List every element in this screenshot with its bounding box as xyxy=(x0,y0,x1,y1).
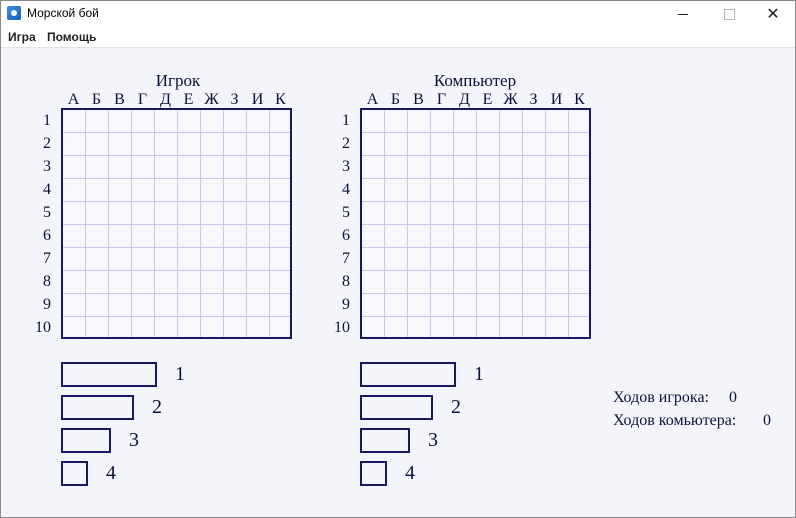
computer-column-label: Е xyxy=(482,91,493,108)
computer-row-label: 10 xyxy=(334,319,350,336)
player-column-label: Г xyxy=(137,91,148,108)
computer-row-label: 6 xyxy=(342,227,350,244)
computer-ship-count: 4 xyxy=(405,462,415,484)
player-grid[interactable] xyxy=(61,108,292,339)
computer-row-label: 5 xyxy=(342,204,350,221)
battleship-app-icon xyxy=(7,6,21,20)
computer-ship-1-deck xyxy=(360,461,387,486)
computer-row-label: 7 xyxy=(342,250,350,267)
menu-game[interactable]: Игра xyxy=(8,30,36,44)
computer-row-label: 1 xyxy=(342,112,350,129)
player-column-label: Д xyxy=(160,91,171,108)
player-column-label: Е xyxy=(183,91,194,108)
menu-help[interactable]: Помощь xyxy=(47,30,96,44)
computer-ship-count: 1 xyxy=(474,363,484,385)
player-ship-3-deck xyxy=(61,395,134,420)
player-column-label: К xyxy=(275,91,286,108)
player-column-label: З xyxy=(230,91,239,108)
maximize-button[interactable] xyxy=(706,1,752,27)
player-board-title: Игрок xyxy=(155,71,201,90)
player-ship-count: 4 xyxy=(106,462,116,484)
window-title: Морской бой xyxy=(27,6,99,20)
player-ship-count: 3 xyxy=(129,429,139,451)
computer-board-title: Компьютер xyxy=(433,71,517,90)
player-column-label: Ж xyxy=(204,91,219,108)
computer-moves-label: Ходов комьютера: xyxy=(613,412,737,429)
computer-row-label: 8 xyxy=(342,273,350,290)
computer-column-label: А xyxy=(366,91,379,108)
computer-moves-value: 0 xyxy=(763,412,771,429)
player-row-label: 3 xyxy=(43,158,51,175)
computer-column-label: Д xyxy=(459,91,470,108)
computer-ship-2-deck xyxy=(360,428,410,453)
computer-column-label: В xyxy=(413,91,424,108)
computer-row-label: 3 xyxy=(342,158,350,175)
menu-bar: Игра Помощь xyxy=(1,27,795,48)
computer-ship-3-deck xyxy=(360,395,433,420)
player-row-label: 2 xyxy=(43,135,51,152)
player-column-label: Б xyxy=(91,91,102,108)
player-column-label: А xyxy=(67,91,80,108)
computer-ship-4-deck xyxy=(360,362,456,387)
minimize-icon xyxy=(678,13,688,15)
computer-column-label: З xyxy=(529,91,538,108)
player-row-label: 4 xyxy=(43,181,51,198)
computer-column-label: Б xyxy=(390,91,401,108)
player-row-label: 1 xyxy=(43,112,51,129)
player-row-label: 5 xyxy=(43,204,51,221)
player-row-label: 10 xyxy=(35,319,51,336)
minimize-button[interactable] xyxy=(660,1,706,27)
player-row-label: 8 xyxy=(43,273,51,290)
computer-ship-count: 2 xyxy=(451,396,461,418)
player-ship-1-deck xyxy=(61,461,88,486)
computer-row-label: 4 xyxy=(342,181,350,198)
computer-column-label: Г xyxy=(436,91,447,108)
player-ship-4-deck xyxy=(61,362,157,387)
player-ship-count: 1 xyxy=(175,363,185,385)
player-moves-value: 0 xyxy=(729,389,737,406)
close-button[interactable]: ✕ xyxy=(750,1,795,27)
close-icon: ✕ xyxy=(766,6,780,23)
player-column-label: И xyxy=(251,91,264,108)
player-ship-count: 2 xyxy=(152,396,162,418)
computer-column-label: Ж xyxy=(503,91,518,108)
app-window: Морской бой ✕ Игра Помощь Игрок АБВГДЕЖЗ… xyxy=(0,0,796,518)
player-moves-label: Ходов игрока: xyxy=(613,389,709,406)
computer-row-label: 9 xyxy=(342,296,350,313)
player-row-label: 7 xyxy=(43,250,51,267)
computer-ship-count: 3 xyxy=(428,429,438,451)
computer-column-label: К xyxy=(574,91,585,108)
computer-column-label: И xyxy=(550,91,563,108)
player-row-label: 6 xyxy=(43,227,51,244)
title-bar[interactable]: Морской бой ✕ xyxy=(1,1,795,27)
computer-row-label: 2 xyxy=(342,135,350,152)
player-column-label: В xyxy=(114,91,125,108)
maximize-icon xyxy=(723,8,735,20)
player-ship-2-deck xyxy=(61,428,111,453)
player-row-label: 9 xyxy=(43,296,51,313)
computer-grid[interactable] xyxy=(360,108,591,339)
